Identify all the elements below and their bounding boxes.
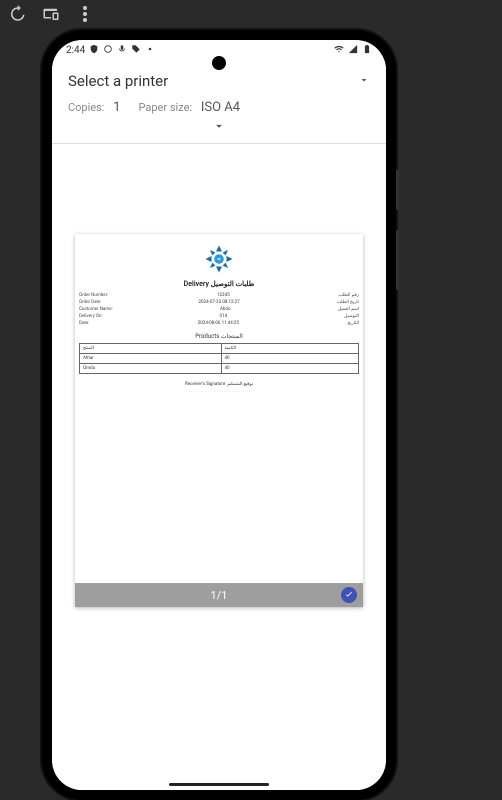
dot-icon <box>145 44 155 57</box>
check-icon <box>344 590 354 600</box>
info-row: Order Number:12345رقم الطلب <box>79 292 359 299</box>
table-row: Athar 40 <box>80 354 359 364</box>
battery-icon <box>362 44 372 57</box>
copies-group[interactable]: Copies: 1 <box>68 100 121 115</box>
camera-hole <box>212 56 226 70</box>
more-icon[interactable] <box>76 5 94 23</box>
status-time: 2:44 <box>66 45 85 56</box>
table-header: الكمية <box>221 344 358 354</box>
paper-label: Paper size: <box>139 101 193 114</box>
products-table: المنتج الكمية Athar 40 Omda 40 <box>79 343 359 374</box>
chevron-down-icon <box>358 72 370 90</box>
info-row: Date:2024-08-06 11:44:25التاريخ <box>79 320 359 327</box>
mic-icon <box>117 44 127 57</box>
info-row: Order Date:2024-07-23 08:12:27تاريخ الطل… <box>79 299 359 306</box>
power-button <box>396 230 399 290</box>
table-header-row: المنتج الكمية <box>80 344 359 354</box>
chevron-down-icon <box>212 119 226 133</box>
info-block: Order Number:12345رقم الطلب Order Date:2… <box>75 292 363 327</box>
paper-value: ISO A4 <box>201 100 240 115</box>
page-preview[interactable]: Delivery طلبات التوصيل Order Number:1234… <box>75 234 363 607</box>
page-content: Delivery طلبات التوصيل Order Number:1234… <box>75 234 363 583</box>
volume-button <box>396 170 399 210</box>
page-footer: 1/1 <box>75 583 363 607</box>
copies-value: 1 <box>113 100 120 115</box>
print-options: Copies: 1 Paper size: ISO A4 <box>68 94 370 117</box>
copies-label: Copies: <box>68 101 104 114</box>
products-title: Products المنتجات <box>75 333 363 340</box>
home-indicator <box>169 783 269 786</box>
table-header: المنتج <box>80 344 222 354</box>
phone-frame: 2:44 Select a printer Copies: <box>42 30 396 800</box>
info-row: Customer Name:Abdoاسم العميل <box>79 306 359 313</box>
printer-select[interactable]: Select a printer <box>68 68 370 94</box>
expand-toggle[interactable] <box>68 117 370 139</box>
print-header: Select a printer Copies: 1 Paper size: I… <box>52 60 386 143</box>
info-row: Delivery On:014التوصيل <box>79 313 359 320</box>
paper-group[interactable]: Paper size: ISO A4 <box>139 100 241 115</box>
logo-icon <box>204 244 234 274</box>
devices-icon[interactable] <box>42 5 60 23</box>
phone-screen: 2:44 Select a printer Copies: <box>52 40 386 790</box>
table-row: Omda 40 <box>80 364 359 374</box>
shield-icon <box>89 44 99 57</box>
document-title: Delivery طلبات التوصيل <box>75 280 363 288</box>
signature-label: Receiver's Signature: توقيع المستلم <box>75 382 363 387</box>
emulator-toolbar <box>0 0 502 28</box>
history-icon[interactable] <box>8 5 26 23</box>
page-selected-check[interactable] <box>341 587 357 603</box>
page-indicator: 1/1 <box>211 589 228 602</box>
preview-area: Delivery طلبات التوصيل Order Number:1234… <box>52 144 386 790</box>
printer-select-label: Select a printer <box>68 72 168 90</box>
signal-icon <box>348 44 358 57</box>
circle-icon <box>103 44 113 57</box>
tag-icon <box>131 44 141 57</box>
wifi-icon <box>334 44 344 57</box>
